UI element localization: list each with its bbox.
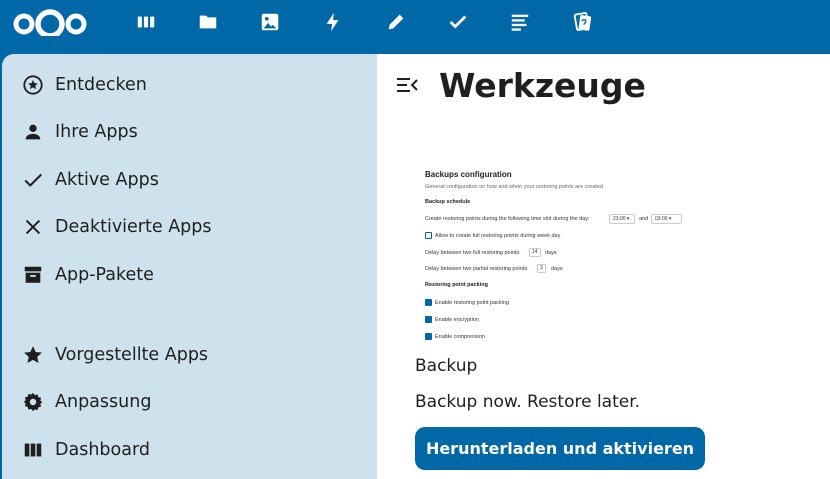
sidebar-item-label: Entdecken: [55, 75, 147, 95]
preview-schedule-heading: Backup schedule: [425, 199, 471, 205]
app-screenshot[interactable]: Backups configuration General configurat…: [423, 166, 693, 346]
star-circle-icon: [22, 74, 44, 96]
account-icon: [22, 121, 44, 143]
preview-delay-full-unit: days: [545, 250, 557, 256]
preview-packing-heading: Restoring point packing: [425, 282, 488, 288]
sidebar-item-label: Ihre Apps: [55, 122, 138, 142]
preview-time-from: 23:00 ▾: [609, 214, 635, 224]
dashboard-icon[interactable]: [133, 9, 159, 35]
preview-and: and: [639, 216, 649, 222]
menu-collapse-icon[interactable]: [396, 75, 418, 95]
cog-icon: [22, 391, 44, 413]
preview-checkbox: [425, 316, 432, 323]
archive-icon: [22, 264, 44, 286]
files-icon[interactable]: [195, 9, 221, 35]
sidebar-item-label: Dashboard: [55, 440, 150, 460]
sidebar-item-deaktivierte-apps[interactable]: Deaktivierte Apps: [2, 207, 377, 247]
preview-subtitle: General configuration on how and when yo…: [425, 184, 605, 190]
sidebar-item-entdecken[interactable]: Entdecken: [2, 65, 377, 105]
app-content: Werkzeuge Backups configuration General …: [377, 54, 830, 479]
preview-checkbox: [425, 299, 432, 306]
sidebar-item-aktive-apps[interactable]: Aktive Apps: [2, 160, 377, 200]
app-description: Backup now. Restore later.: [415, 392, 641, 412]
preview-enable-compression: Enable compression: [435, 334, 485, 340]
preview-schedule-text: Create restoring points during the follo…: [425, 216, 590, 222]
preview-delay-partial: Delay between two partial restoring poin…: [425, 266, 529, 272]
sidebar-item-label: Anpassung: [55, 392, 152, 412]
sidebar-item-label: Aktive Apps: [55, 170, 159, 190]
deck-icon[interactable]: [507, 9, 533, 35]
app-header: [0, 0, 830, 54]
page-title: Werkzeuge: [439, 66, 646, 105]
nextcloud-logo[interactable]: [10, 6, 90, 36]
check-icon: [22, 169, 44, 191]
sidebar-item-app-pakete[interactable]: App-Pakete: [2, 255, 377, 295]
app-name: Backup: [415, 356, 478, 376]
sidebar-item-vorgestellte-apps[interactable]: Vorgestellte Apps: [2, 335, 377, 375]
preview-delay-full: Delay between two full restoring points:: [425, 250, 521, 256]
view-column-icon: [22, 439, 44, 461]
notes-icon[interactable]: [383, 9, 409, 35]
star-icon: [22, 344, 44, 366]
preview-time-to: 03:00 ▾: [651, 214, 682, 224]
preview-enable-packing: Enable restoring point packing: [435, 300, 509, 306]
sidebar-item-label: App-Pakete: [55, 265, 154, 285]
preview-title: Backups configuration: [425, 170, 512, 179]
preview-enable-encryption: Enable encryption: [435, 317, 480, 323]
preview-allow-week-day: Allow to create full restoring points du…: [435, 233, 561, 239]
preview-delay-full-value: 14: [529, 248, 541, 257]
news-icon[interactable]: [570, 9, 596, 35]
download-enable-button[interactable]: Herunterladen und aktivieren: [415, 427, 705, 470]
close-icon: [22, 216, 44, 238]
preview-checkbox: [425, 232, 432, 239]
sidebar-item-label: Deaktivierte Apps: [55, 217, 212, 237]
activity-icon[interactable]: [320, 9, 346, 35]
app-sidebar: Entdecken Ihre Apps Aktive Apps Deaktivi…: [2, 54, 377, 479]
tasks-icon[interactable]: [445, 9, 471, 35]
preview-delay-partial-value: 3: [537, 264, 546, 273]
preview-delay-partial-unit: days: [551, 266, 563, 272]
sidebar-item-dashboard[interactable]: Dashboard: [2, 430, 377, 470]
sidebar-item-anpassung[interactable]: Anpassung: [2, 382, 377, 422]
photos-icon[interactable]: [257, 9, 283, 35]
sidebar-item-ihre-apps[interactable]: Ihre Apps: [2, 112, 377, 152]
preview-checkbox: [425, 333, 432, 340]
sidebar-item-label: Vorgestellte Apps: [55, 345, 209, 365]
